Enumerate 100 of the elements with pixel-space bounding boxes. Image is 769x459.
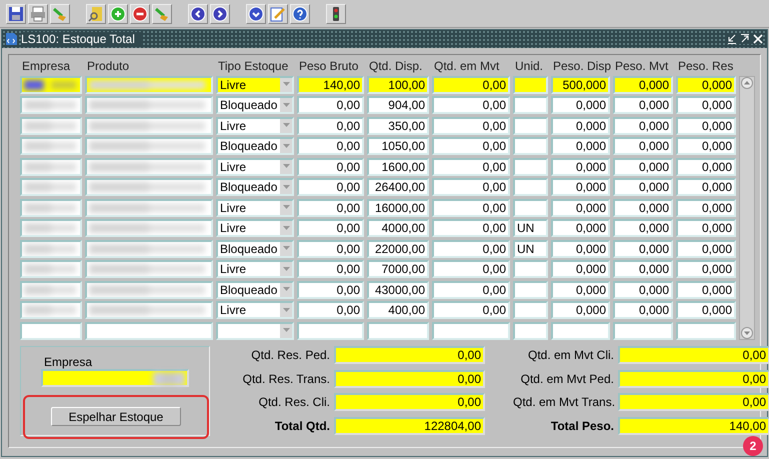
total-field[interactable]: 0,00 [618, 346, 769, 364]
qtd-mvt-cell[interactable]: 0,00 [432, 260, 510, 278]
peso-bruto-cell[interactable]: 0,00 [297, 219, 364, 237]
unit-cell[interactable] [513, 260, 548, 278]
total-field[interactable]: 122804,00 [334, 417, 485, 436]
peso-disp-cell[interactable]: 0,000 [551, 219, 610, 237]
qtd-disp-cell[interactable]: 43000,00 [367, 280, 429, 298]
stock-type-dropdown[interactable]: Livre [216, 260, 294, 278]
minimize-icon[interactable] [727, 34, 737, 44]
produto-cell[interactable] [85, 280, 213, 298]
peso-bruto-cell[interactable]: 0,00 [297, 280, 364, 298]
peso-bruto-cell[interactable]: 0,00 [297, 137, 364, 155]
empresa-cell[interactable] [20, 158, 82, 176]
stock-type-dropdown[interactable]: Livre [216, 301, 294, 319]
peso-bruto-cell[interactable]: 0,00 [297, 301, 364, 319]
toolbar-button[interactable] [290, 4, 310, 24]
table-cell[interactable] [297, 322, 364, 340]
unit-cell[interactable]: UN [513, 219, 548, 237]
peso-mvt-cell[interactable]: 0,000 [613, 219, 673, 237]
empresa-cell[interactable] [20, 116, 82, 134]
empresa-cell[interactable] [20, 322, 82, 340]
empresa-cell[interactable] [20, 219, 82, 237]
stock-type-dropdown[interactable]: Livre [216, 219, 294, 237]
produto-cell[interactable] [85, 219, 213, 237]
unit-cell[interactable] [513, 76, 548, 94]
toolbar-button[interactable] [130, 4, 150, 24]
peso-res-cell[interactable]: 0,000 [676, 116, 736, 134]
peso-mvt-cell[interactable]: 0,000 [613, 280, 673, 298]
peso-mvt-cell[interactable]: 0,000 [613, 137, 673, 155]
qtd-disp-cell[interactable]: 22000,00 [367, 240, 429, 258]
qtd-mvt-cell[interactable]: 0,00 [432, 240, 510, 258]
peso-bruto-cell[interactable]: 0,00 [297, 158, 364, 176]
close-icon[interactable] [753, 34, 763, 44]
unit-cell[interactable] [513, 280, 548, 298]
table-cell[interactable] [613, 322, 673, 340]
stock-type-dropdown[interactable]: Bloqueado [216, 137, 294, 155]
produto-cell[interactable] [85, 76, 213, 94]
scroll-down-icon[interactable] [741, 326, 753, 338]
peso-res-cell[interactable]: 0,000 [676, 280, 736, 298]
qtd-mvt-cell[interactable]: 0,00 [432, 280, 510, 298]
peso-res-cell[interactable]: 0,000 [676, 260, 736, 278]
qtd-disp-cell[interactable]: 350,00 [367, 116, 429, 134]
toolbar-button[interactable] [86, 4, 106, 24]
stock-type-dropdown[interactable]: Livre [216, 198, 294, 216]
total-field[interactable]: 140,00 [618, 417, 769, 436]
qtd-mvt-cell[interactable]: 0,00 [432, 116, 510, 134]
peso-disp-cell[interactable]: 0,000 [551, 301, 610, 319]
empresa-cell[interactable] [20, 198, 82, 216]
qtd-mvt-cell[interactable]: 0,00 [432, 96, 510, 114]
empresa-cell[interactable] [20, 178, 82, 196]
table-cell[interactable] [551, 322, 610, 340]
produto-cell[interactable] [85, 260, 213, 278]
peso-mvt-cell[interactable]: 0,000 [613, 260, 673, 278]
peso-bruto-cell[interactable]: 0,00 [297, 240, 364, 258]
peso-bruto-cell[interactable]: 0,00 [297, 178, 364, 196]
qtd-disp-cell[interactable]: 26400,00 [367, 178, 429, 196]
peso-disp-cell[interactable]: 0,000 [551, 96, 610, 114]
unit-cell[interactable] [513, 158, 548, 176]
peso-res-cell[interactable]: 0,000 [676, 178, 736, 196]
qtd-mvt-cell[interactable]: 0,00 [432, 178, 510, 196]
peso-res-cell[interactable]: 0,000 [676, 158, 736, 176]
toolbar-button[interactable] [6, 4, 26, 24]
peso-res-cell[interactable]: 0,000 [676, 301, 736, 319]
peso-disp-cell[interactable]: 500,000 [551, 76, 610, 94]
empresa-cell[interactable] [20, 240, 82, 258]
total-field[interactable]: 0,00 [334, 393, 485, 412]
total-field[interactable]: 0,00 [618, 370, 769, 388]
toolbar-button[interactable] [268, 4, 288, 24]
stock-type-dropdown[interactable]: Bloqueado [216, 178, 294, 196]
stock-type-dropdown[interactable]: Livre [216, 76, 294, 94]
table-cell[interactable] [513, 322, 548, 340]
unit-cell[interactable] [513, 137, 548, 155]
qtd-disp-cell[interactable]: 1050,00 [367, 137, 429, 155]
peso-mvt-cell[interactable]: 0,000 [613, 116, 673, 134]
table-cell[interactable] [432, 322, 510, 340]
stock-type-dropdown[interactable]: Bloqueado [216, 96, 294, 114]
peso-res-cell[interactable]: 0,000 [676, 240, 736, 258]
empresa-cell[interactable] [20, 96, 82, 114]
produto-cell[interactable] [85, 158, 213, 176]
produto-cell[interactable] [85, 116, 213, 134]
stock-type-dropdown[interactable]: Bloqueado [216, 280, 294, 298]
peso-res-cell[interactable]: 0,000 [676, 137, 736, 155]
toolbar-button[interactable] [246, 4, 266, 24]
peso-disp-cell[interactable]: 0,000 [551, 260, 610, 278]
peso-bruto-cell[interactable]: 140,00 [297, 76, 364, 94]
empresa-cell[interactable] [20, 260, 82, 278]
produto-cell[interactable] [85, 322, 213, 340]
produto-cell[interactable] [85, 240, 213, 258]
empresa-field[interactable] [41, 368, 189, 386]
unit-cell[interactable] [513, 178, 548, 196]
qtd-disp-cell[interactable]: 1600,00 [367, 158, 429, 176]
vertical-scrollbar[interactable] [739, 76, 755, 340]
produto-cell[interactable] [85, 178, 213, 196]
unit-cell[interactable] [513, 96, 548, 114]
qtd-disp-cell[interactable]: 4000,00 [367, 219, 429, 237]
peso-disp-cell[interactable]: 0,000 [551, 158, 610, 176]
qtd-disp-cell[interactable]: 904,00 [367, 96, 429, 114]
produto-cell[interactable] [85, 198, 213, 216]
toolbar-button[interactable] [188, 4, 208, 24]
peso-disp-cell[interactable]: 0,000 [551, 280, 610, 298]
